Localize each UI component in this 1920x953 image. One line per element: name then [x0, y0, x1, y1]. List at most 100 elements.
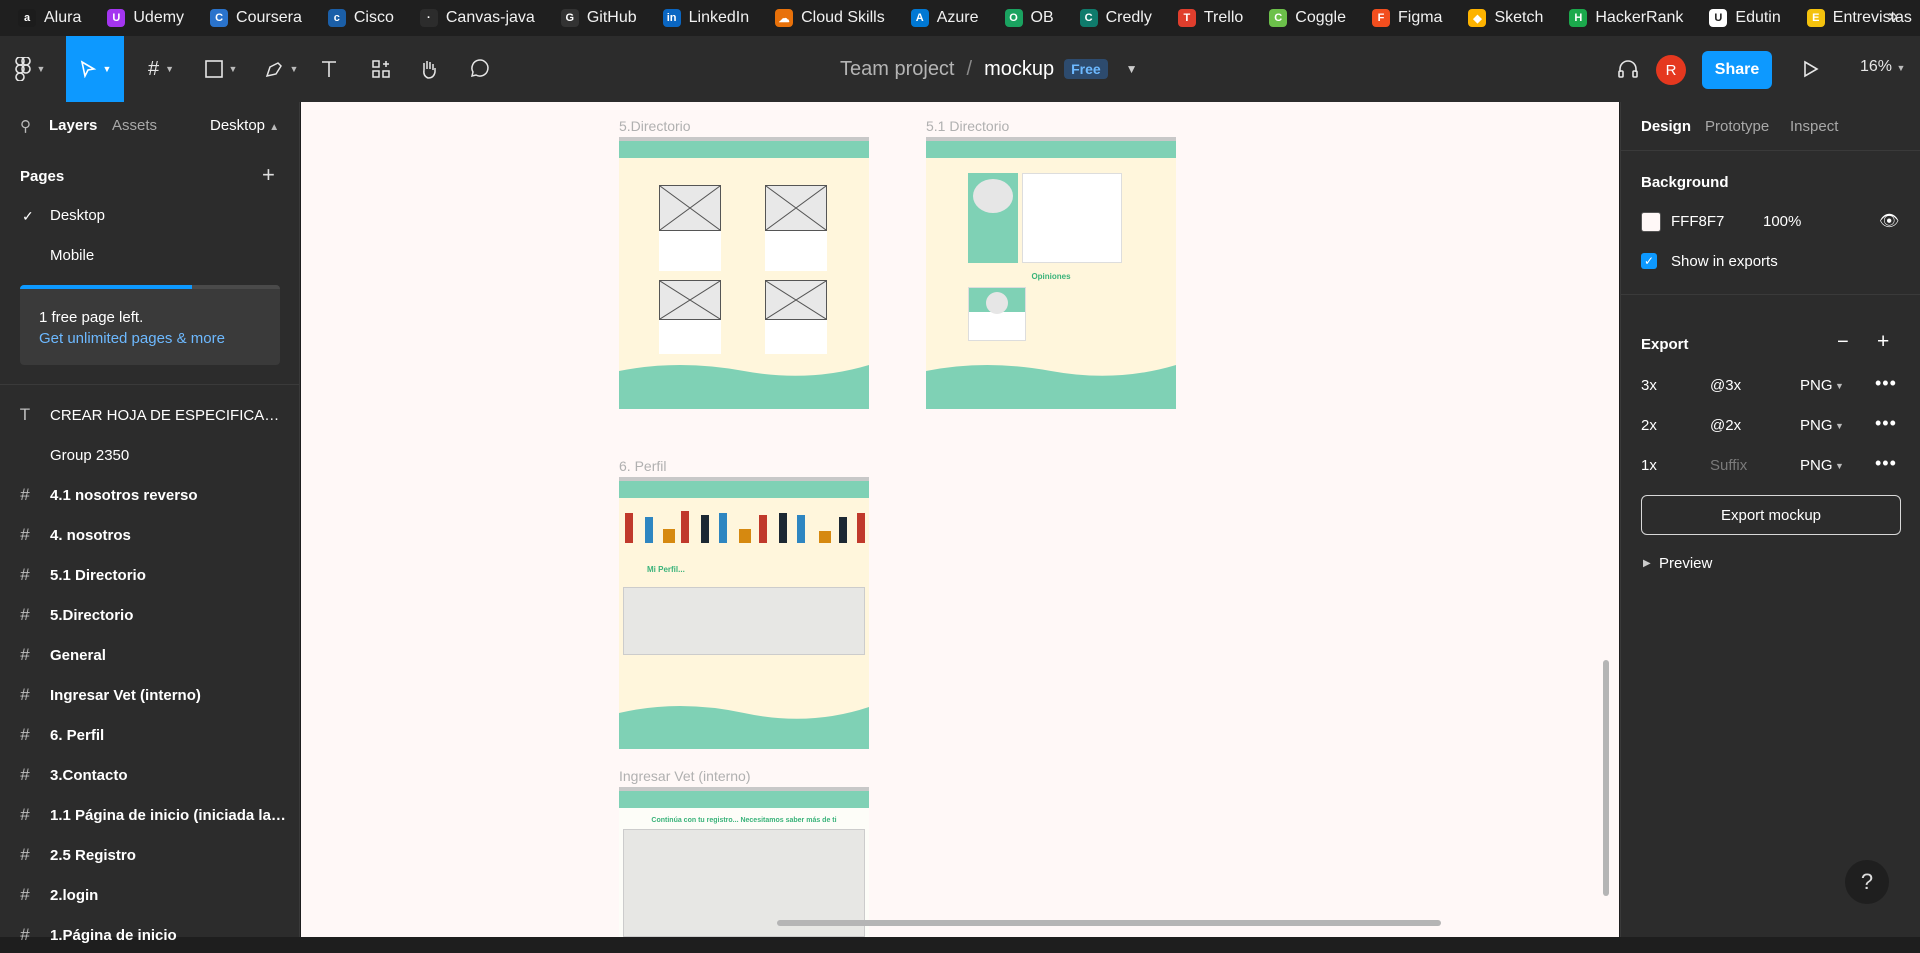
tab-prototype[interactable]: Prototype [1705, 118, 1769, 135]
canvas[interactable]: 5.Directorio 5.1 Directorio Opiniones 6.… [301, 102, 1619, 937]
export-format[interactable]: PNG [1800, 417, 1833, 434]
vertical-scrollbar[interactable] [1603, 660, 1609, 896]
layer-item[interactable]: #5.1 Directorio [0, 557, 300, 593]
team-name[interactable]: Team project [840, 58, 955, 81]
layer-name: 5.Directorio [50, 606, 134, 624]
frame-label-perfil[interactable]: 6. Perfil [619, 458, 666, 474]
frame-label-directorio-detail[interactable]: 5.1 Directorio [926, 118, 1009, 134]
bookmark-item[interactable]: a Alura [18, 9, 81, 27]
export-format[interactable]: PNG [1800, 457, 1833, 474]
hand-tool-button[interactable] [416, 36, 442, 102]
bookmark-item[interactable]: H HackerRank [1569, 9, 1683, 27]
add-page-icon[interactable]: + [262, 162, 275, 188]
add-export-icon[interactable]: + [1877, 330, 1889, 354]
bookmark-item[interactable]: A Azure [910, 9, 979, 27]
page-selector[interactable]: Desktop ▲ [210, 117, 279, 134]
audio-button[interactable] [1613, 36, 1643, 102]
background-hex[interactable]: FFF8F7 [1671, 213, 1724, 230]
bookmark-item[interactable]: U Edutin [1709, 9, 1781, 27]
comment-tool-button[interactable] [466, 36, 492, 102]
background-swatch[interactable] [1641, 212, 1661, 232]
frame-icon: # [20, 885, 30, 904]
frame-label-directorio[interactable]: 5.Directorio [619, 118, 691, 134]
resources-button[interactable] [368, 36, 394, 102]
layer-item[interactable]: #2.5 Registro [0, 837, 300, 873]
avatar[interactable]: R [1656, 55, 1686, 85]
zoom-dropdown[interactable]: 16% ▼ [1860, 58, 1905, 76]
chevron-right-icon[interactable]: ▶ [1643, 558, 1651, 569]
bookmark-item[interactable]: c Cisco [327, 9, 394, 27]
more-options-icon[interactable]: ••• [1875, 413, 1897, 434]
file-name[interactable]: mockup [984, 58, 1054, 81]
layer-item[interactable]: #1.Página de inicio [0, 917, 300, 953]
export-suffix[interactable]: Suffix [1710, 457, 1747, 474]
show-in-exports-checkbox[interactable]: ✓ [1641, 253, 1657, 269]
export-scale[interactable]: 3x [1641, 377, 1657, 394]
layer-item[interactable]: #2.login [0, 877, 300, 913]
shape-tool-button[interactable]: ▼ [196, 36, 246, 102]
bookmark-item[interactable]: F Figma [1371, 9, 1442, 27]
export-mockup-button[interactable]: Export mockup [1641, 495, 1901, 535]
tab-inspect[interactable]: Inspect [1790, 118, 1838, 135]
bookmark-item[interactable]: C Coursera [210, 9, 302, 27]
frame-perfil[interactable]: Mi Perfil... [619, 477, 869, 749]
divider [1621, 150, 1920, 151]
help-button[interactable]: ? [1845, 860, 1889, 904]
layer-item[interactable]: #6. Perfil [0, 717, 300, 753]
bookmark-item[interactable]: ☁ Cloud Skills [775, 9, 885, 27]
main-menu-button[interactable]: ▼ [0, 36, 60, 102]
layer-item[interactable]: Group 2350 [0, 437, 300, 473]
show-in-exports-label: Show in exports [1671, 253, 1778, 270]
export-format[interactable]: PNG [1800, 377, 1833, 394]
layer-item[interactable]: # General [0, 637, 300, 673]
layer-item[interactable]: T CREAR HOJA DE ESPECIFICACIO... [0, 397, 300, 433]
background-opacity[interactable]: 100% [1763, 213, 1801, 230]
chevron-down-icon[interactable]: ▼ [1126, 62, 1138, 76]
eye-icon[interactable]: 👁 [1879, 211, 1899, 231]
export-suffix[interactable]: @3x [1710, 377, 1741, 394]
layer-item[interactable]: #1.1 Página de inicio (iniciada la ses..… [0, 797, 300, 833]
bookmark-item[interactable]: in LinkedIn [662, 9, 749, 27]
tab-assets[interactable]: Assets [112, 117, 157, 134]
frame-ingresar-vet[interactable]: Continúa con tu registro... Necesitamos … [619, 787, 869, 937]
export-scale[interactable]: 1x [1641, 457, 1657, 474]
bookmark-item[interactable]: ◆ Sketch [1468, 9, 1543, 27]
share-button[interactable]: Share [1702, 51, 1772, 89]
preview-toggle[interactable]: Preview [1659, 555, 1712, 572]
tab-design[interactable]: Design [1641, 118, 1691, 135]
credly-icon: C [1079, 9, 1098, 27]
more-options-icon[interactable]: ••• [1875, 453, 1897, 474]
pen-tool-button[interactable]: ▼ [256, 36, 306, 102]
bookmarks-overflow-icon[interactable]: » [1888, 6, 1898, 27]
bookmark-item[interactable]: O OB [1004, 9, 1054, 27]
horizontal-scrollbar[interactable] [777, 920, 1441, 926]
more-options-icon[interactable]: ••• [1875, 373, 1897, 394]
tab-layers[interactable]: Layers [49, 117, 97, 134]
export-scale[interactable]: 2x [1641, 417, 1657, 434]
page-item-mobile[interactable]: Mobile [50, 247, 94, 264]
frame-directorio-detail[interactable]: Opiniones [926, 137, 1176, 409]
move-tool-button[interactable]: ▼ [66, 36, 124, 102]
bookmark-item[interactable]: T Trello [1177, 9, 1243, 27]
remove-export-icon[interactable]: − [1837, 331, 1849, 354]
layer-item[interactable]: #4. nosotros [0, 517, 300, 553]
layer-item[interactable]: #4.1 nosotros reverso [0, 477, 300, 513]
bookmark-item[interactable]: C Credly [1079, 9, 1152, 27]
bookmark-item[interactable]: · Canvas-java [419, 9, 535, 27]
frame-label-ingresar-vet[interactable]: Ingresar Vet (interno) [619, 768, 751, 784]
text-tool-button[interactable] [316, 36, 342, 102]
page-item-desktop[interactable]: Desktop [50, 207, 105, 224]
frame-directorio[interactable] [619, 137, 869, 409]
frame-tool-button[interactable]: # ▼ [136, 36, 186, 102]
bookmark-item[interactable]: C Coggle [1269, 9, 1346, 27]
image-placeholder [765, 185, 827, 231]
export-suffix[interactable]: @2x [1710, 417, 1741, 434]
bookmark-item[interactable]: U Udemy [107, 9, 184, 27]
present-button[interactable] [1800, 36, 1822, 102]
search-icon[interactable]: ⚲ [20, 117, 31, 135]
layer-item[interactable]: #3.Contacto [0, 757, 300, 793]
layer-item[interactable]: # Ingresar Vet (interno) [0, 677, 300, 713]
layer-item[interactable]: #5.Directorio [0, 597, 300, 633]
bookmark-item[interactable]: G GitHub [560, 9, 637, 27]
upsell-link[interactable]: Get unlimited pages & more [39, 330, 225, 347]
